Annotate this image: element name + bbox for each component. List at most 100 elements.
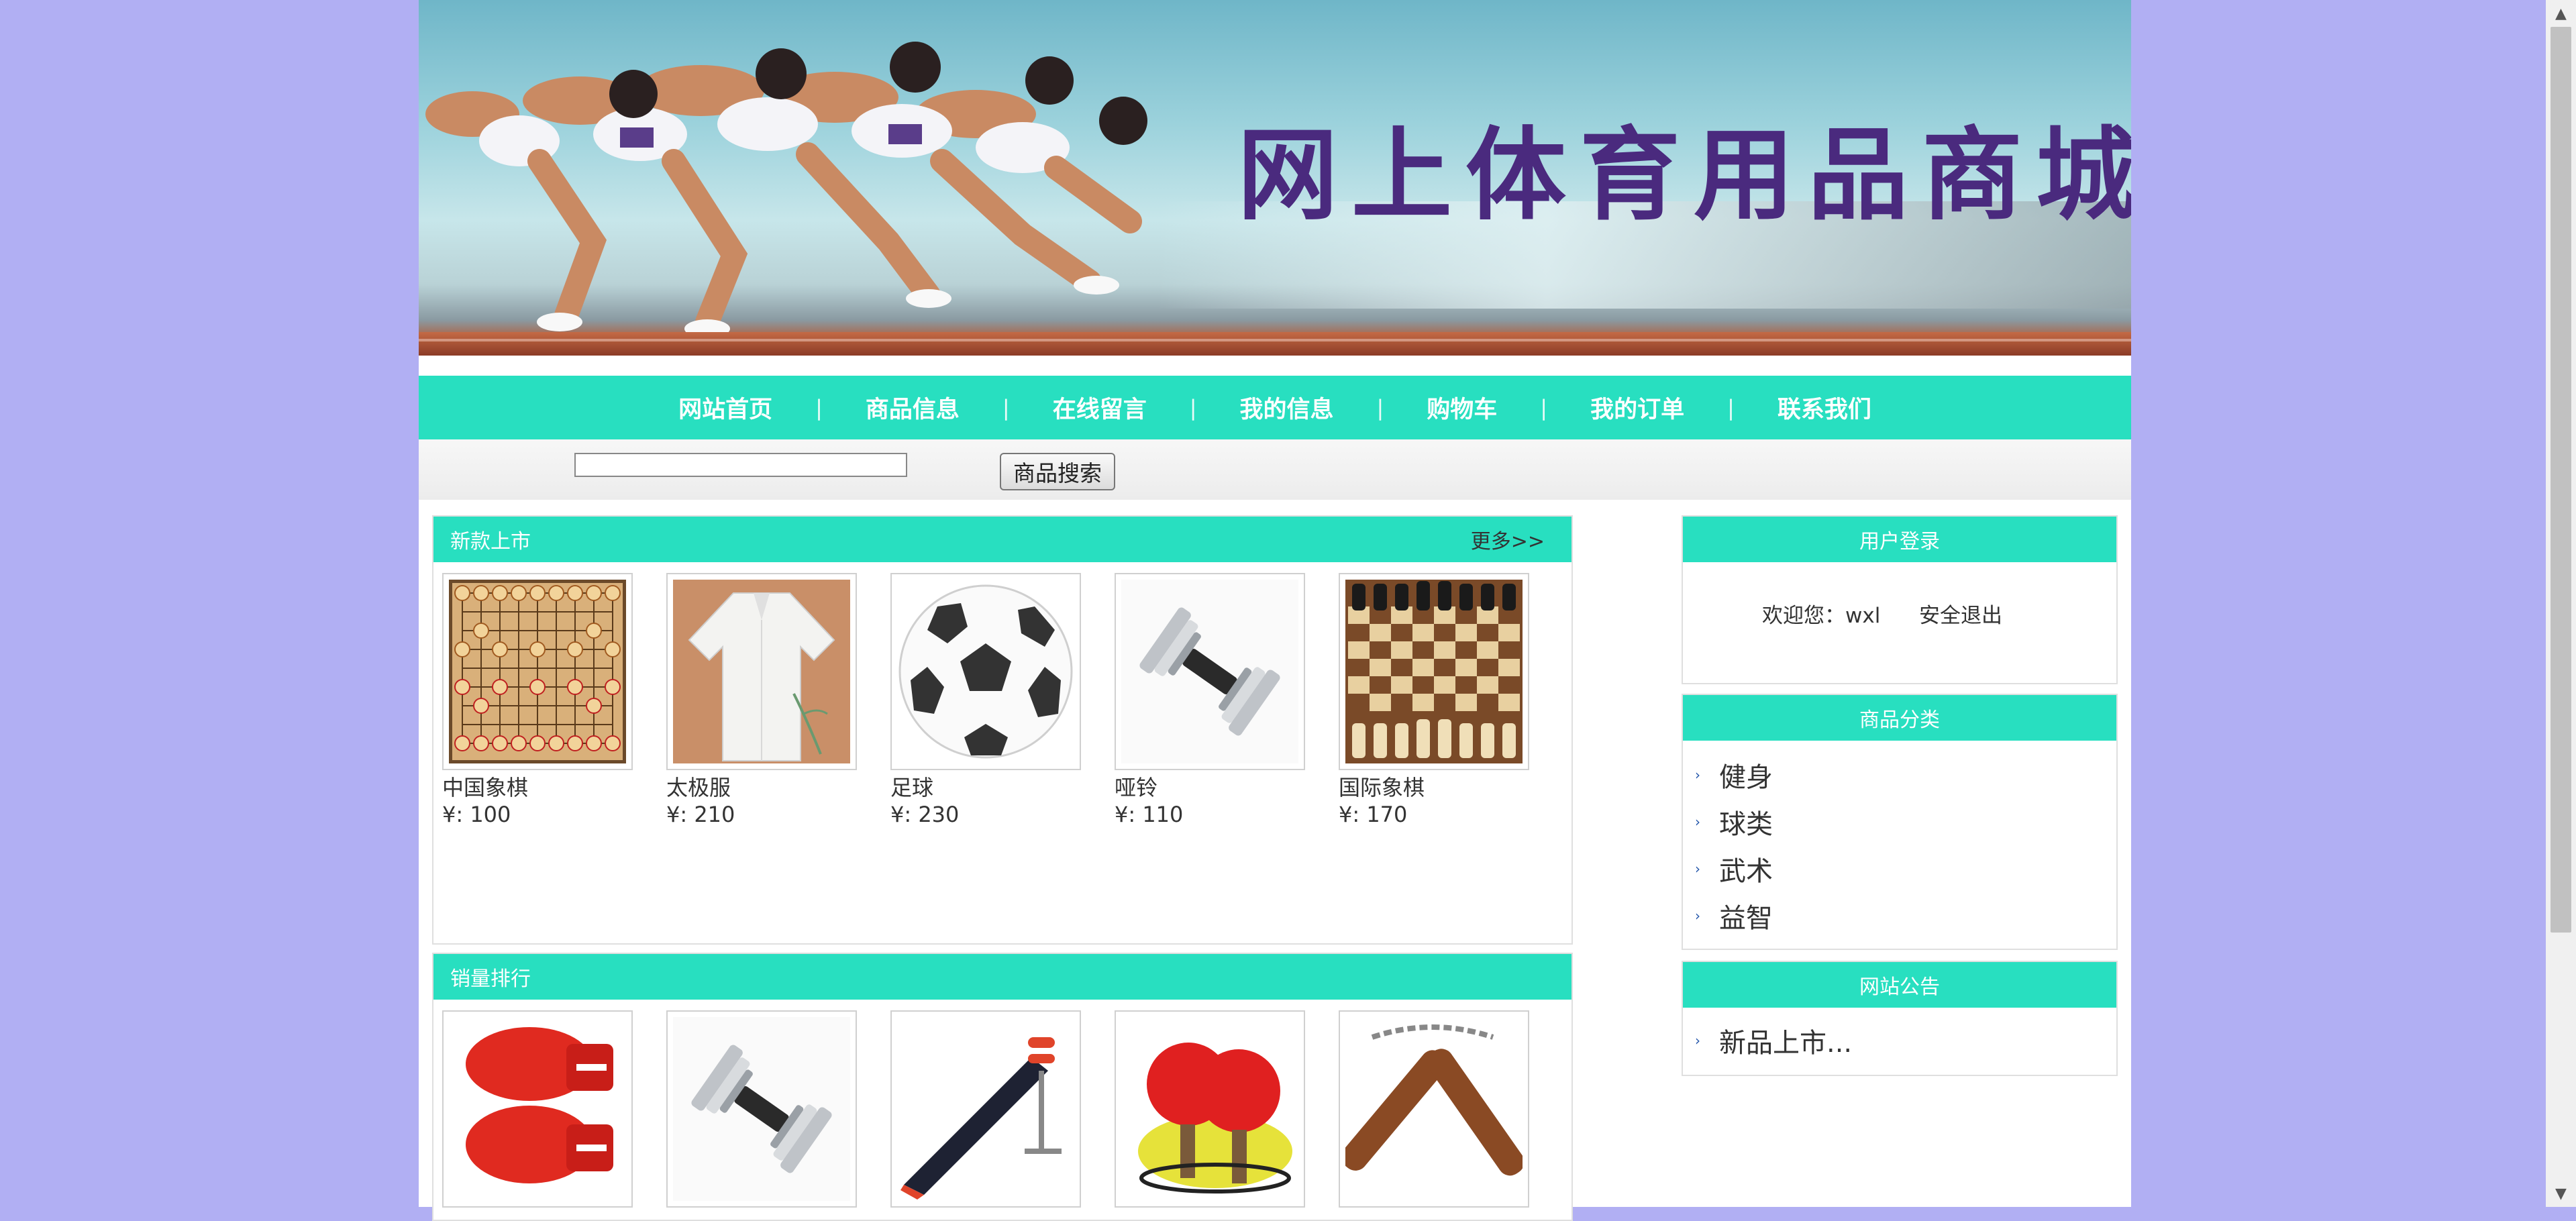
product-price: ¥: 170: [1339, 802, 1408, 827]
product-card[interactable]: 太极服 ¥: 210: [666, 573, 857, 828]
product-name[interactable]: 太极服: [666, 774, 857, 801]
product-image[interactable]: [1115, 1010, 1305, 1208]
product-image[interactable]: [1115, 573, 1305, 770]
product-name[interactable]: 国际象棋: [1339, 774, 1529, 801]
nav-my-info[interactable]: 我的信息: [1196, 390, 1376, 425]
product-name[interactable]: 足球: [890, 774, 1081, 801]
nunchaku-image: [1345, 1017, 1523, 1201]
login-title: 用户登录: [1859, 530, 1940, 553]
notice-panel: 网站公告 › 新品上市...: [1682, 961, 2118, 1076]
product-name[interactable]: 哑铃: [1115, 774, 1305, 801]
product-price: ¥: 100: [442, 802, 511, 827]
search-input[interactable]: [574, 453, 907, 477]
chinese-chess-image: [449, 580, 626, 763]
product-card[interactable]: [666, 1010, 857, 1208]
category-label[interactable]: 健身: [1719, 755, 1773, 794]
bullet-arrow-icon: ›: [1695, 908, 1700, 924]
product-card[interactable]: 国际象棋 ¥: 170: [1339, 573, 1529, 828]
bullet-arrow-icon: ›: [1695, 1032, 1700, 1049]
new-arrivals-title: 新款上市: [450, 530, 531, 553]
category-item[interactable]: › 武术: [1695, 849, 1773, 888]
nav-separator: |: [1540, 394, 1548, 421]
nav-products[interactable]: 商品信息: [823, 390, 1002, 425]
ping-pong-paddles-image: [1121, 1017, 1298, 1201]
notice-header: 网站公告: [1683, 962, 2116, 1008]
product-price: ¥: 110: [1115, 802, 1184, 827]
bullet-arrow-icon: ›: [1695, 861, 1700, 877]
nav-cart[interactable]: 购物车: [1384, 390, 1540, 425]
runners-image: [425, 42, 1147, 338]
page-container: 网上体育用品商城 网站首页 | 商品信息 | 在线留言 | 我的信息 | 购物车…: [419, 0, 2131, 1221]
vertical-scrollbar[interactable]: ▲ ▼: [2546, 0, 2576, 1207]
product-image[interactable]: [666, 1010, 857, 1208]
login-panel: 用户登录 欢迎您：wxl 安全退出: [1682, 515, 2118, 684]
nav-separator: |: [1376, 394, 1384, 421]
nav-separator: |: [1727, 394, 1735, 421]
dumbbell-image: [673, 1017, 850, 1201]
product-card[interactable]: [442, 1010, 633, 1208]
scroll-thumb[interactable]: [2551, 27, 2571, 933]
nav-separator: |: [815, 394, 823, 421]
notice-title: 网站公告: [1859, 975, 1940, 999]
best-sellers-title: 销量排行: [450, 967, 531, 991]
category-item[interactable]: › 益智: [1695, 896, 1773, 935]
best-sellers-header: 销量排行: [433, 954, 1572, 1000]
notice-label[interactable]: 新品上市...: [1719, 1021, 1852, 1060]
product-card[interactable]: [1115, 1010, 1305, 1208]
category-item[interactable]: › 球类: [1695, 802, 1773, 841]
scroll-up-arrow-icon[interactable]: ▲: [2546, 0, 2576, 27]
search-bar: 商品搜索: [419, 439, 2131, 500]
more-link[interactable]: 更多>>: [1471, 525, 1545, 554]
logout-link[interactable]: 安全退出: [1919, 598, 2002, 629]
scroll-down-arrow-icon[interactable]: ▼: [2546, 1180, 2576, 1207]
login-header: 用户登录: [1683, 517, 2116, 562]
product-image[interactable]: [666, 573, 857, 770]
sit-up-bench-image: [897, 1017, 1074, 1201]
bullet-arrow-icon: ›: [1695, 767, 1700, 783]
chess-image: [1345, 580, 1523, 763]
boxing-gloves-image: [449, 1017, 626, 1201]
dumbbell-image: [1121, 580, 1298, 763]
product-image[interactable]: [442, 1010, 633, 1208]
categories-header: 商品分类: [1683, 695, 2116, 741]
product-price: ¥: 210: [666, 802, 735, 827]
product-image[interactable]: [1339, 1010, 1529, 1208]
product-card[interactable]: [1339, 1010, 1529, 1208]
site-title: 网上体育用品商城: [1237, 116, 2131, 234]
categories-panel: 商品分类 › 健身 › 球类 › 武术 › 益智: [1682, 694, 2118, 950]
product-card[interactable]: 哑铃 ¥: 110: [1115, 573, 1305, 828]
product-image[interactable]: [890, 573, 1081, 770]
product-card[interactable]: 足球 ¥: 230: [890, 573, 1081, 828]
product-card[interactable]: [890, 1010, 1081, 1208]
best-sellers-panel: 销量排行: [432, 953, 1573, 1221]
categories-title: 商品分类: [1859, 708, 1940, 732]
product-image[interactable]: [442, 573, 633, 770]
track-line: [419, 339, 2131, 341]
product-image[interactable]: [890, 1010, 1081, 1208]
category-item[interactable]: › 健身: [1695, 755, 1773, 794]
product-name[interactable]: 中国象棋: [442, 774, 633, 801]
category-label[interactable]: 球类: [1719, 802, 1773, 841]
welcome-text: 欢迎您：wxl: [1762, 604, 1881, 628]
nav-my-orders[interactable]: 我的订单: [1547, 390, 1727, 425]
football-image: [898, 584, 1073, 759]
nav-separator: |: [1189, 394, 1197, 421]
new-arrivals-panel: 新款上市 更多>> 中国象棋 ¥: 100 太极服 ¥: 210 足球 ¥: 2…: [432, 515, 1573, 945]
search-button[interactable]: 商品搜索: [1000, 453, 1115, 490]
product-image[interactable]: [1339, 573, 1529, 770]
track-strip: [419, 332, 2131, 356]
product-price: ¥: 230: [890, 802, 960, 827]
category-label[interactable]: 益智: [1719, 896, 1773, 935]
nav-separator: |: [1002, 394, 1010, 421]
new-arrivals-header: 新款上市 更多>>: [433, 517, 1572, 562]
main-nav: 网站首页 | 商品信息 | 在线留言 | 我的信息 | 购物车 | 我的订单 |…: [419, 376, 2131, 439]
category-label[interactable]: 武术: [1719, 849, 1773, 888]
nav-home[interactable]: 网站首页: [635, 390, 815, 425]
nav-contact[interactable]: 联系我们: [1735, 390, 1914, 425]
notice-item[interactable]: › 新品上市...: [1695, 1021, 1852, 1060]
nav-guestbook[interactable]: 在线留言: [1010, 390, 1190, 425]
bullet-arrow-icon: ›: [1695, 814, 1700, 830]
product-card[interactable]: 中国象棋 ¥: 100: [442, 573, 633, 828]
taichi-uniform-image: [673, 580, 850, 763]
header-banner: 网上体育用品商城: [419, 0, 2131, 356]
